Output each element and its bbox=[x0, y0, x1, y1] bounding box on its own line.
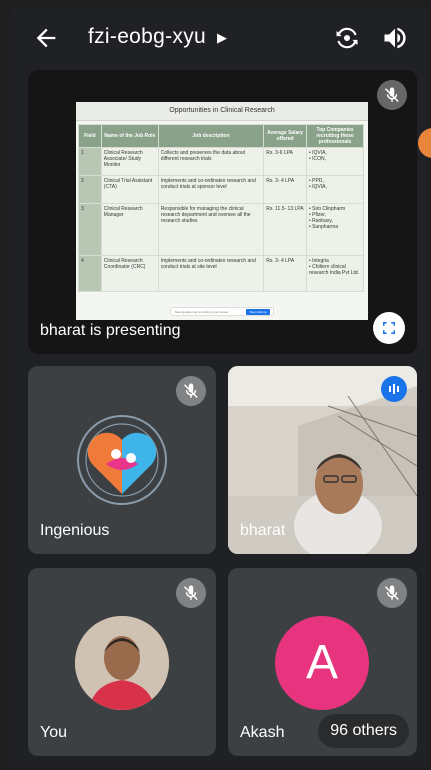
slide-cell: • PPD, • IQVIA, bbox=[305, 175, 365, 204]
mic-off-icon bbox=[176, 578, 206, 608]
avatar bbox=[75, 616, 169, 710]
slide-cell: Rs. 3- 4 LPA bbox=[263, 255, 307, 292]
mic-off-icon bbox=[176, 376, 206, 406]
speaker-icon[interactable] bbox=[381, 24, 409, 52]
table-row: 2 Clinical Trial Assistant (CTA) Impleme… bbox=[78, 175, 365, 204]
speaking-indicator-icon bbox=[381, 376, 407, 402]
back-arrow-icon[interactable] bbox=[32, 24, 60, 52]
slide-cell: Rs. 11.5- 13 LPA bbox=[263, 203, 307, 256]
table-row: 4 Clinical Research Coordinator (CRC) Im… bbox=[78, 255, 365, 292]
slide-col-header: Name of the Job Role bbox=[100, 124, 159, 148]
presentation-tile[interactable]: Opportunities in Clinical Research Field… bbox=[28, 70, 417, 354]
top-bar: fzi-eobg-xyu ▶ bbox=[10, 8, 428, 68]
slide-cell: Rs. 3-6 LPA bbox=[263, 147, 307, 176]
slide-cell: Clinical Research Associate/ Study Monit… bbox=[100, 147, 159, 176]
others-count-badge[interactable]: 96 others bbox=[318, 714, 409, 748]
slide-cell: • IQVIA, • ICON, bbox=[305, 147, 365, 176]
slide-table: Field Name of the Job Role Job descripti… bbox=[78, 124, 365, 292]
table-row: 1 Clinical Research Associate/ Study Mon… bbox=[78, 147, 365, 176]
ingenious-logo-icon bbox=[76, 414, 168, 506]
meeting-code[interactable]: fzi-eobg-xyu bbox=[88, 25, 206, 49]
slide-col-header: Job description bbox=[157, 124, 265, 148]
sharing-notice-text: Meet.google.com is sharing your screen. bbox=[175, 310, 230, 314]
meet-call-screen: fzi-eobg-xyu ▶ Opportunities in Clinical… bbox=[10, 8, 428, 766]
avatar: A bbox=[275, 616, 369, 710]
participant-tile-akash[interactable]: A Akash 96 others bbox=[228, 568, 417, 756]
slide-cell: Implements and co-ordinates research and… bbox=[157, 255, 265, 292]
slide-cell: Implements and co-ordinates research and… bbox=[157, 175, 265, 204]
shared-slide: Opportunities in Clinical Research Field… bbox=[76, 102, 368, 320]
slide-col-header: Average Salary offered bbox=[263, 124, 307, 148]
participant-name: You bbox=[40, 724, 67, 741]
slide-cell: • Integria • Chiltern clinical research … bbox=[305, 255, 365, 292]
meeting-info-caret-icon[interactable]: ▶ bbox=[217, 30, 227, 46]
participant-tile-bharat[interactable]: bharat bbox=[228, 366, 417, 554]
slide-cell: Collects and preserves the data about di… bbox=[157, 147, 265, 176]
participant-tile-ingenious[interactable]: Ingenious bbox=[28, 366, 216, 554]
slide-cell: Responsible for managing the clinical re… bbox=[157, 203, 265, 256]
slide-cell: 4 bbox=[78, 255, 102, 292]
participant-name: Ingenious bbox=[40, 522, 110, 539]
participant-tile-you[interactable]: You bbox=[28, 568, 216, 756]
slide-cell: Rs. 3- 4 LPA bbox=[263, 175, 307, 204]
slide-cell: 2 bbox=[78, 175, 102, 204]
fullscreen-icon[interactable] bbox=[373, 312, 405, 344]
participant-name: bharat bbox=[240, 522, 286, 539]
slide-cell: Clinical Trial Assistant (CTA) bbox=[100, 175, 159, 204]
slide-cell: Clinical Research Manager bbox=[100, 203, 159, 256]
presenter-caption: bharat is presenting bbox=[40, 322, 181, 339]
slide-cell: Clinical Research Coordinator (CRC) bbox=[100, 255, 159, 292]
mic-off-icon bbox=[377, 578, 407, 608]
sharing-notice-bar: Meet.google.com is sharing your screen. … bbox=[170, 307, 274, 316]
slide-title: Opportunities in Clinical Research bbox=[76, 102, 368, 121]
mic-off-icon bbox=[377, 80, 407, 110]
stop-sharing-button: Stop sharing bbox=[246, 309, 270, 315]
switch-camera-icon[interactable] bbox=[333, 24, 361, 52]
table-row: 3 Clinical Research Manager Responsible … bbox=[78, 203, 365, 256]
slide-cell: 3 bbox=[78, 203, 102, 256]
slide-col-header: Top Companies recruiting these professio… bbox=[305, 124, 365, 148]
slide-cell: • Siro Clinpharm • Pfizer, • Ranbaxy, • … bbox=[305, 203, 365, 256]
slide-cell: 1 bbox=[78, 147, 102, 176]
participant-name: Akash bbox=[240, 724, 285, 741]
slide-col-header: Field bbox=[78, 124, 102, 148]
